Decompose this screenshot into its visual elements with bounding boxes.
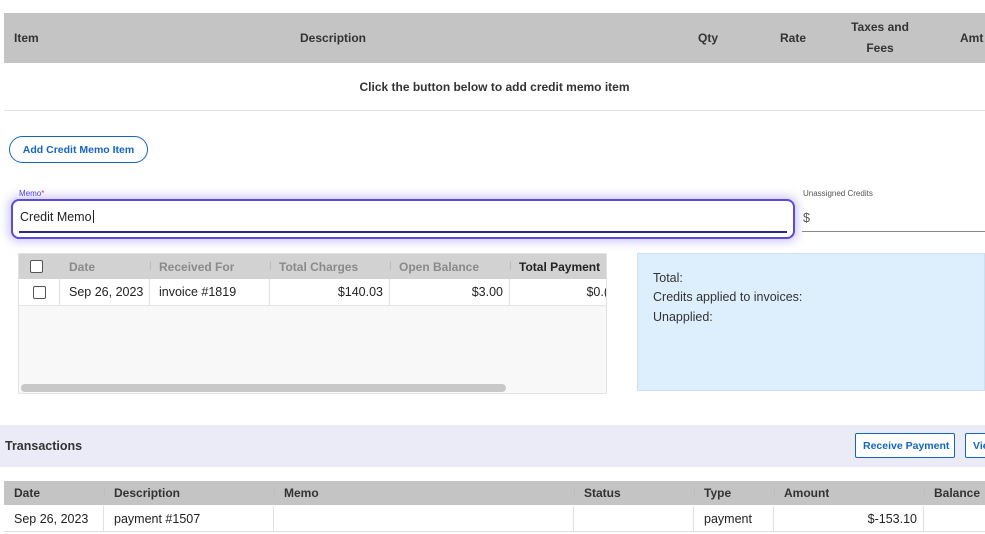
checkbox-box[interactable] xyxy=(32,285,46,299)
column-header-item: Item xyxy=(14,31,39,45)
credits-applied-label: Credits applied to invoices: xyxy=(653,290,803,304)
invoice-grid-header: Date Received For Total Charges Open Bal… xyxy=(19,254,606,279)
horizontal-scrollbar[interactable] xyxy=(21,384,506,392)
grid-header-open-balance[interactable]: Open Balance xyxy=(399,254,479,279)
tx-header-memo[interactable]: Memo xyxy=(274,481,319,505)
memo-label: Memo* xyxy=(19,189,44,198)
column-separator xyxy=(390,261,391,270)
invoice-date: Sep 26, 2023 xyxy=(60,279,150,305)
view-button[interactable]: Vie xyxy=(965,433,985,458)
column-header-description: Description xyxy=(300,31,367,45)
required-mark: * xyxy=(41,189,45,198)
unassigned-credits-input[interactable]: $ xyxy=(803,211,810,225)
unapplied-label: Unapplied: xyxy=(653,310,713,324)
tx-header-amount[interactable]: Amount xyxy=(774,481,829,505)
tx-header-type[interactable]: Type xyxy=(694,481,731,505)
receive-payment-button[interactable]: Receive Payment xyxy=(855,433,955,458)
column-header-qty: Qty xyxy=(698,31,719,45)
transaction-row[interactable]: Sep 26, 2023 payment #1507 payment $-153… xyxy=(4,506,985,532)
memo-input-value[interactable]: Credit Memo xyxy=(20,210,94,224)
invoice-total-payment[interactable]: $0.( xyxy=(510,279,606,305)
transactions-title: Transactions xyxy=(5,439,83,453)
invoice-total-charges: $140.03 xyxy=(270,279,390,305)
column-separator xyxy=(150,261,151,270)
column-separator xyxy=(270,261,271,270)
column-header-amt: Amt xyxy=(960,31,984,45)
checkbox-box[interactable] xyxy=(30,260,43,273)
totals-panel: Total: Credits applied to invoices: Unap… xyxy=(637,253,985,391)
tx-header-status[interactable]: Status xyxy=(574,481,621,505)
tx-memo xyxy=(274,506,574,531)
tx-date: Sep 26, 2023 xyxy=(4,506,104,531)
invoice-row[interactable]: Sep 26, 2023 invoice #1819 $140.03 $3.00… xyxy=(19,279,606,306)
tx-amount: $-153.10 xyxy=(774,506,924,531)
column-header-taxes-line2: Fees xyxy=(866,41,894,55)
transactions-bar: Transactions Receive Payment Vie xyxy=(0,425,985,467)
tx-balance xyxy=(924,506,985,531)
select-all-checkbox[interactable] xyxy=(30,254,46,279)
total-label: Total: xyxy=(653,271,683,285)
items-empty-message: Click the button below to add credit mem… xyxy=(4,64,985,111)
tx-header-description[interactable]: Description xyxy=(104,481,180,505)
unassigned-credits-label: Unassigned Credits xyxy=(803,189,873,198)
tx-status xyxy=(574,506,694,531)
row-checkbox[interactable] xyxy=(19,279,60,305)
memo-input-underline xyxy=(19,231,787,233)
tx-description[interactable]: payment #1507 xyxy=(104,506,274,531)
tx-type: payment xyxy=(694,506,774,531)
grid-header-date[interactable]: Date xyxy=(69,254,95,279)
grid-header-received-for[interactable]: Received For xyxy=(159,254,234,279)
invoice-open-balance: $3.00 xyxy=(390,279,510,305)
column-header-taxes-line1: Taxes and xyxy=(851,20,909,34)
transactions-table-header: Date Description Memo Status Type Amount… xyxy=(4,481,985,505)
memo-label-text: Memo xyxy=(19,189,42,198)
column-header-rate: Rate xyxy=(780,31,807,45)
column-header-taxes-and-fees: Taxes and Fees xyxy=(826,13,934,63)
add-credit-memo-item-button[interactable]: Add Credit Memo Item xyxy=(9,136,148,163)
unassigned-credits-underline xyxy=(802,231,985,232)
invoice-grid: Date Received For Total Charges Open Bal… xyxy=(18,253,607,394)
column-separator xyxy=(510,261,511,270)
memo-input[interactable]: Credit Memo xyxy=(11,199,795,239)
tx-header-balance[interactable]: Balance xyxy=(924,481,980,505)
invoice-received-for: invoice #1819 xyxy=(150,279,270,305)
tx-header-date[interactable]: Date xyxy=(4,481,40,505)
grid-header-total-payment[interactable]: Total Payment xyxy=(519,254,600,279)
grid-header-total-charges[interactable]: Total Charges xyxy=(279,254,358,279)
items-table-header: Item Description Qty Rate Taxes and Fees… xyxy=(4,13,985,63)
